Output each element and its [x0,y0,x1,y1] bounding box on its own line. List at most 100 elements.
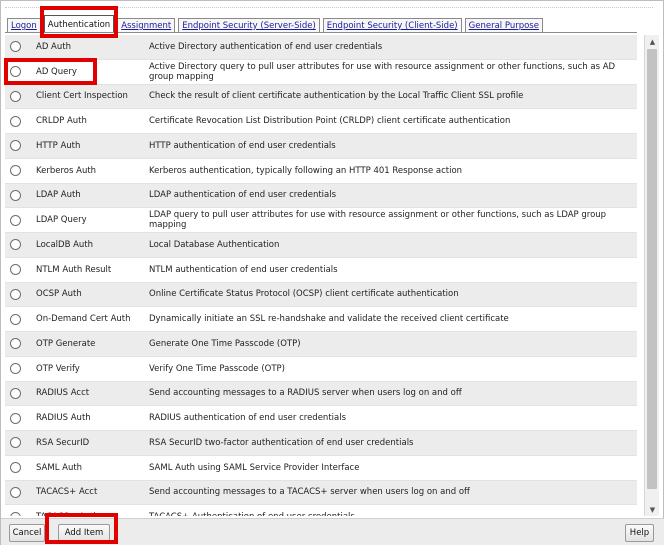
radio-button[interactable] [10,165,21,177]
tab-underline [5,32,637,33]
item-name: Kerberos Auth [36,165,97,176]
item-name: LDAP Auth [36,190,81,201]
item-name: On-Demand Cert Auth [36,314,131,325]
item-name: CRLDP Auth [36,116,87,127]
radio-button[interactable] [10,66,21,78]
item-name: TACACS+ Auth [21,512,149,516]
list-item[interactable]: AD Query Active Directory query to pull u… [5,60,637,85]
list-item[interactable]: LDAP Auth LDAP authentication of end user… [5,183,637,209]
item-name: OTP Verify [36,363,80,374]
scroll-thumb[interactable] [647,49,657,489]
top-divider [5,7,653,8]
radio-button[interactable] [10,90,21,102]
tab-general-purpose[interactable]: General Purpose [464,18,543,33]
dialog-footer: Cancel Add Item Help [1,518,664,545]
list-item[interactable]: RADIUS Acct Send accounting messages to a… [5,381,637,407]
item-description: RADIUS authentication of end user creden… [149,413,347,424]
item-name: OTP Generate [36,338,96,349]
item-name: AD Query [36,66,77,77]
radio-button[interactable] [10,214,21,226]
tab-endpoint-security-client-side[interactable]: Endpoint Security (Client-Side) [322,18,462,33]
radio-button[interactable] [10,115,21,127]
item-description: Certificate Revocation List Distribution… [149,116,511,127]
item-name: SAML Auth [36,462,83,473]
vertical-scrollbar[interactable]: ▲ ▼ [644,35,659,516]
item-description: LDAP query to pull user attributes for u… [149,210,607,231]
item-description: Online Certificate Status Protocol (OCSP… [149,289,459,300]
add-item-button[interactable]: Add Item [58,524,110,542]
item-description: Active Directory query to pull user attr… [149,61,616,82]
help-button[interactable]: Help [625,524,654,542]
radio-button[interactable] [10,239,21,251]
radio-button[interactable] [10,387,21,399]
tab-authentication[interactable]: Authentication [43,15,115,33]
tab-logon[interactable]: Logon [7,18,41,33]
list-item[interactable]: TACACS+ Acct Send accounting messages to … [5,480,637,506]
list-item[interactable]: LDAP Query LDAP query to pull user attrib… [5,208,637,233]
tab-endpoint-security-server-side[interactable]: Endpoint Security (Server-Side) [178,18,320,33]
item-description: HTTP authentication of end user credenti… [149,140,336,151]
item-description: Dynamically initiate an SSL re-handshake… [149,314,509,325]
item-name: LocalDB Auth [36,239,94,250]
tab-label: Assignment [121,21,172,31]
item-list: AD Auth Active Directory authentication o… [5,35,637,516]
item-description: NTLM authentication of end user credenti… [149,264,338,275]
item-name: LDAP Query [36,215,87,226]
radio-button[interactable] [10,511,21,516]
tab-label: General Purpose [468,21,539,31]
list-item[interactable]: RADIUS Auth RADIUS authentication of end … [5,406,637,431]
item-description: Active Directory authentication of end u… [149,41,383,52]
list-item[interactable]: SAML Auth SAML Auth using SAML Service Pr… [5,456,637,481]
radio-button[interactable] [10,462,21,474]
radio-button[interactable] [10,264,21,276]
list-item[interactable]: OCSP Auth Online Certificate Status Proto… [5,282,637,308]
radio-button[interactable] [10,338,21,350]
tab-bar: Logon Authentication Assignment Endpoint… [7,15,546,33]
scroll-down-arrow-icon[interactable]: ▼ [645,503,660,516]
list-item[interactable]: TACACS+ AuthTACACS+ Authentication of en… [5,505,637,516]
tab-label: Logon [11,21,37,31]
list-item[interactable]: OTP Generate Generate One Time Passcode (… [5,332,637,357]
item-description: Kerberos authentication, typically follo… [149,165,463,176]
scroll-up-arrow-icon[interactable]: ▲ [645,35,660,48]
tab-label: Endpoint Security (Server-Side) [182,21,316,31]
item-description: SAML Auth using SAML Service Provider In… [149,462,360,473]
item-name: TACACS+ Acct [36,487,98,498]
item-description: Send accounting messages to a TACACS+ se… [149,487,470,498]
cancel-button[interactable]: Cancel [9,524,45,542]
list-item[interactable]: NTLM Auth Result NTLM authentication of e… [5,258,637,283]
radio-button[interactable] [10,288,21,300]
item-description: Check the result of client certificate a… [149,91,524,102]
list-item[interactable]: CRLDP Auth Certificate Revocation List Di… [5,109,637,134]
list-item[interactable]: LocalDB Auth Local Database Authenticatio… [5,233,637,258]
item-description: Send accounting messages to a RADIUS ser… [149,388,462,399]
item-name: AD Auth [36,41,71,52]
radio-button[interactable] [10,412,21,424]
list-item[interactable]: RSA SecurID RSA SecurID two-factor authen… [5,431,637,456]
radio-button[interactable] [10,140,21,152]
tab-label: Authentication [47,19,111,30]
list-item[interactable]: HTTP Auth HTTP authentication of end user… [5,134,637,159]
item-description: RSA SecurID two-factor authentication of… [149,437,414,448]
radio-button[interactable] [10,437,21,449]
item-description: LDAP authentication of end user credenti… [149,190,337,201]
dialog-frame: Logon Authentication Assignment Endpoint… [0,0,664,545]
radio-button[interactable] [10,189,21,201]
list-item[interactable]: Client Cert Inspection Check the result o… [5,84,637,110]
radio-button[interactable] [10,363,21,375]
item-name: OCSP Auth [36,289,82,300]
item-description: Generate One Time Passcode (OTP) [149,338,301,349]
list-item[interactable]: AD Auth Active Directory authentication o… [5,35,637,60]
item-name: Client Cert Inspection [36,91,128,102]
radio-button[interactable] [10,486,21,498]
item-name: RSA SecurID [36,437,90,448]
item-description: Local Database Authentication [149,239,280,250]
list-item[interactable]: OTP Verify Verify One Time Passcode (OTP) [5,357,637,382]
list-item[interactable]: Kerberos Auth Kerberos authentication, ty… [5,159,637,184]
tab-label: Endpoint Security (Client-Side) [326,21,458,31]
item-name: NTLM Auth Result [36,264,112,275]
radio-button[interactable] [10,41,21,53]
list-item[interactable]: On-Demand Cert Auth Dynamically initiate … [5,307,637,332]
radio-button[interactable] [10,313,21,325]
tab-assignment[interactable]: Assignment [117,18,176,33]
